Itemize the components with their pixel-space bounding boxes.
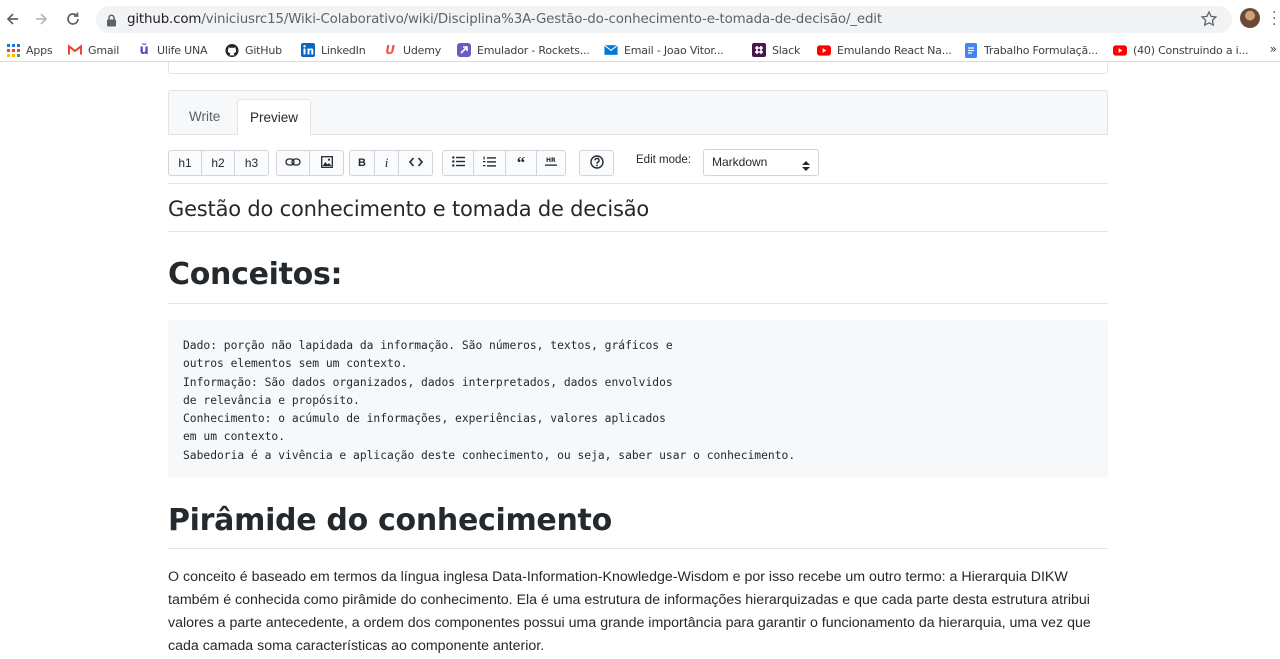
edit-mode-select[interactable]: Markdown <box>703 149 819 176</box>
code-button[interactable] <box>399 151 432 175</box>
help-question-icon <box>589 154 604 172</box>
heading-button-group: h1 h2 h3 <box>168 150 269 176</box>
h2-button[interactable]: h2 <box>202 151 235 175</box>
menu-kebab-icon[interactable]: · · · <box>1272 6 1276 32</box>
title-input-box[interactable] <box>168 62 1108 74</box>
insert-button-group <box>276 150 344 176</box>
select-caret-icon <box>802 156 810 181</box>
code-line: outros elementos sem um contexto. <box>183 357 408 371</box>
help-button[interactable] <box>580 151 613 175</box>
slack-icon <box>752 43 766 57</box>
linkedin-icon <box>301 43 315 57</box>
bookmark-email[interactable]: Email - Joao Vitor... <box>604 42 724 58</box>
italic-button[interactable]: i <box>375 151 399 175</box>
image-button[interactable] <box>310 151 343 175</box>
code-line: Conhecimento: o acúmulo de informações, … <box>183 412 666 426</box>
profile-avatar[interactable] <box>1240 8 1260 28</box>
h3-button[interactable]: h3 <box>235 151 268 175</box>
tab-write[interactable]: Write <box>177 99 232 136</box>
unordered-list-button[interactable] <box>443 151 474 175</box>
bookmark-construindo[interactable]: (40) Construindo a i... <box>1113 42 1249 58</box>
bookmark-linkedin[interactable]: LinkedIn <box>301 42 366 58</box>
bookmark-gmail[interactable]: Gmail <box>68 42 119 58</box>
paragraph-dikw: O conceito é baseado em termos da língua… <box>168 569 1091 654</box>
link-button[interactable] <box>277 151 310 175</box>
back-icon[interactable] <box>2 8 24 30</box>
github-icon <box>225 43 239 57</box>
bookmark-trabalho[interactable]: Trabalho Formulaçã... <box>964 42 1098 58</box>
toolbar-divider <box>168 183 1108 184</box>
reload-icon[interactable] <box>62 8 84 30</box>
code-line: Dado: porção não lapidada da informação.… <box>183 339 673 352</box>
svg-text:HR: HR <box>546 157 556 164</box>
forward-icon[interactable] <box>30 8 52 30</box>
horizontal-rule-button[interactable]: HR <box>537 151 565 175</box>
heading-conceitos: Conceitos: <box>168 257 343 292</box>
bookmark-ulife[interactable]: ŭ Ulife UNA <box>137 42 207 58</box>
youtube-icon <box>817 43 831 57</box>
h1-button[interactable]: h1 <box>169 151 202 175</box>
bookmark-apps[interactable]: Apps <box>6 42 53 58</box>
rocketseat-icon <box>457 43 471 57</box>
bookmark-rocketseat[interactable]: Emulador - Rockets... <box>457 42 590 58</box>
code-icon <box>408 156 423 170</box>
udemy-icon: U <box>385 43 395 57</box>
heading-piramide: Pirâmide do conhecimento <box>168 503 612 538</box>
code-line: em um contexto. <box>183 430 286 444</box>
numbered-list-icon <box>483 156 496 171</box>
format-button-group: B i <box>349 150 433 176</box>
gmail-icon <box>68 43 82 57</box>
code-line: Informação: São dados organizados, dados… <box>183 375 673 389</box>
ordered-list-button[interactable] <box>474 151 506 175</box>
youtube-icon <box>1113 43 1127 57</box>
code-block: Dado: porção não lapidada da informação.… <box>168 320 1108 478</box>
browser-toolbar: github.com/viniciusrc15/Wiki-Colaborativ… <box>0 0 1280 38</box>
docs-icon <box>964 42 978 58</box>
lock-icon[interactable] <box>106 12 117 31</box>
help-button-group <box>579 150 614 176</box>
ulife-icon: ŭ <box>139 42 149 58</box>
horizontal-rule-icon: HR <box>545 156 557 171</box>
list-button-group: “ HR <box>442 150 566 176</box>
bold-button[interactable]: B <box>350 151 375 175</box>
page-title: Gestão do conhecimento e tomada de decis… <box>168 197 650 221</box>
apps-grid-icon <box>6 43 20 57</box>
editor-tabbar: Write Preview <box>168 90 1108 135</box>
tab-preview[interactable]: Preview <box>237 99 312 135</box>
code-line: de relevância e propósito. <box>183 393 360 407</box>
link-icon <box>285 156 301 170</box>
bookmarks-overflow-icon[interactable]: » <box>1270 42 1277 56</box>
edit-mode-value: Markdown <box>712 155 768 169</box>
quote-button[interactable]: “ <box>506 151 537 175</box>
markdown-toolbar: h1 h2 h3 B i “ HR Edit mode: Markdown <box>168 149 1108 176</box>
mail-icon <box>604 43 618 57</box>
bookmark-slack[interactable]: Slack <box>752 42 800 58</box>
code-line: Sabedoria é a vivência e aplicação deste… <box>183 448 796 462</box>
bookmark-emulando-react[interactable]: Emulando React Na... <box>817 42 952 58</box>
image-icon <box>320 155 333 171</box>
url-text[interactable]: github.com/viniciusrc15/Wiki-Colaborativ… <box>127 6 882 33</box>
heading-conceitos-divider <box>168 303 1108 304</box>
bullet-list-icon <box>451 156 465 170</box>
bookmark-star-icon[interactable] <box>1200 10 1218 32</box>
quote-icon: “ <box>516 153 526 172</box>
address-bar[interactable]: github.com/viniciusrc15/Wiki-Colaborativ… <box>96 6 1232 33</box>
bookmark-udemy[interactable]: U Udemy <box>383 42 441 58</box>
edit-mode-label: Edit mode: <box>636 154 691 166</box>
heading-piramide-divider <box>168 548 1108 549</box>
bookmark-github[interactable]: GitHub <box>225 42 282 58</box>
title-divider <box>168 231 1108 232</box>
bookmarks-bar: Apps Gmail ŭ Ulife UNA GitHub LinkedIn U… <box>0 38 1280 62</box>
